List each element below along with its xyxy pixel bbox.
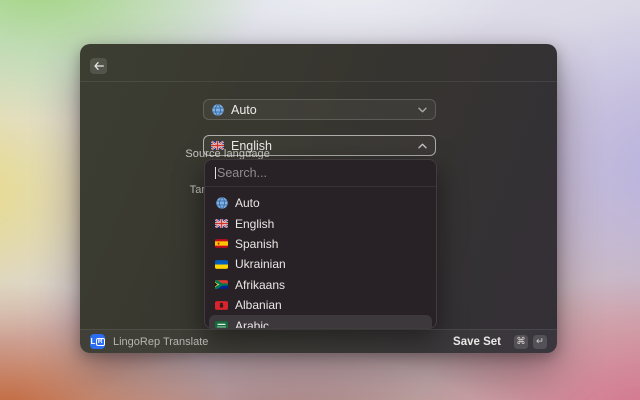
language-option-list: Auto English Spanish Ukrainian Afrikaans Alba… — [205, 187, 436, 329]
arrow-left-icon — [93, 62, 104, 70]
search-placeholder: Search... — [217, 166, 268, 180]
language-option-label: Auto — [235, 196, 260, 211]
language-option-label: Ukrainian — [235, 257, 286, 272]
language-option-auto[interactable]: Auto — [209, 193, 432, 213]
logo-letter-r: R — [95, 337, 105, 346]
language-option-label: Spanish — [235, 236, 279, 251]
target-language-value: English — [231, 138, 272, 153]
language-option-arabic[interactable]: Arabic — [209, 315, 432, 329]
return-key-icon: ↵ — [533, 334, 547, 349]
language-option-ukrainian[interactable]: Ukrainian — [209, 254, 432, 274]
dropdown-search-input[interactable]: Search... — [205, 160, 436, 187]
chevron-up-icon — [418, 143, 427, 149]
save-set-label: Save Set — [453, 335, 501, 348]
command-key-icon: ⌘ — [514, 334, 528, 349]
back-button[interactable] — [90, 58, 107, 74]
target-language-select[interactable]: English — [203, 135, 436, 156]
source-language-value: Auto — [231, 102, 257, 117]
chevron-down-icon — [418, 107, 427, 113]
save-set-button[interactable]: Save Set ⌘ ↵ — [453, 334, 547, 349]
logo-letter-l: L — [90, 337, 96, 346]
source-language-select[interactable]: Auto — [203, 99, 436, 120]
globe-icon — [211, 103, 224, 116]
flag-gb-icon — [215, 217, 228, 230]
language-option-albanian[interactable]: Albanian — [209, 295, 432, 315]
language-option-label: English — [235, 216, 275, 231]
language-option-english[interactable]: English — [209, 213, 432, 233]
language-option-label: Afrikaans — [235, 277, 286, 292]
flag-za-icon — [215, 278, 228, 291]
window-header — [80, 44, 557, 82]
flag-es-icon — [215, 237, 228, 250]
flag-sa-icon — [215, 319, 228, 328]
app-window: Source language Auto Target language Eng… — [80, 44, 557, 353]
lingorep-logo: L R — [90, 334, 105, 349]
flag-al-icon — [215, 299, 228, 312]
flag-gb-icon — [211, 139, 224, 152]
language-option-spanish[interactable]: Spanish — [209, 234, 432, 254]
language-option-label: Arabic — [235, 318, 270, 329]
footer-bar: L R LingoRep Translate Save Set ⌘ ↵ — [80, 329, 557, 353]
desktop-background: Source language Auto Target language Eng… — [0, 0, 640, 400]
language-option-label: Albanian — [235, 298, 282, 313]
app-name: LingoRep Translate — [113, 335, 209, 348]
flag-ua-icon — [215, 258, 228, 271]
language-dropdown-panel: Search... Auto English Spanish Ukrainian Afr… — [204, 159, 437, 329]
globe-icon — [215, 197, 228, 210]
language-option-afrikaans[interactable]: Afrikaans — [209, 275, 432, 295]
text-caret — [215, 167, 216, 179]
